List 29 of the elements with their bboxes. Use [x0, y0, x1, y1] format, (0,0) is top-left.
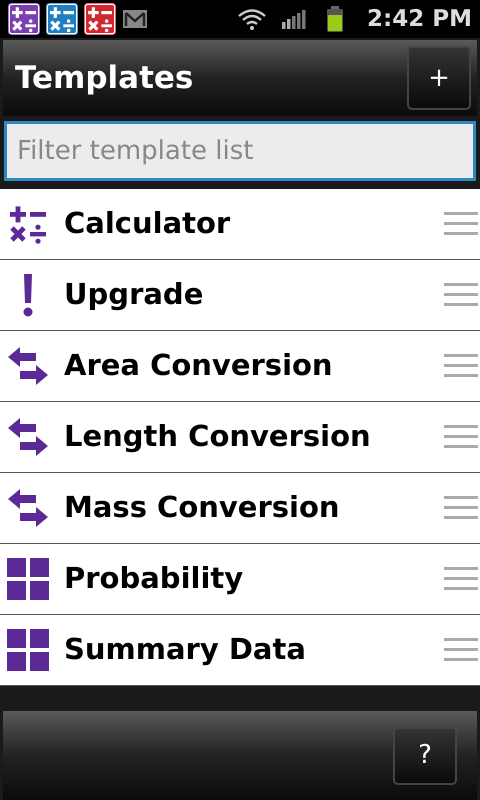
clock-time: 2:42 PM [367, 4, 472, 34]
grid-icon [6, 557, 50, 601]
help-button[interactable]: ? [393, 726, 457, 784]
template-name: Calculator [64, 205, 232, 242]
exclamation-icon [21, 272, 35, 318]
drag-handle-icon[interactable] [444, 567, 478, 591]
template-name: Length Conversion [64, 418, 372, 456]
swap-arrows-icon [6, 345, 50, 387]
mail-icon [122, 8, 148, 30]
drag-handle-icon[interactable] [444, 496, 478, 520]
drag-handle-icon[interactable] [444, 354, 478, 378]
filter-field[interactable]: Filter template list [4, 121, 476, 181]
add-button[interactable]: + [407, 46, 471, 110]
swap-arrows-icon [6, 487, 50, 529]
swap-arrows-icon [6, 416, 50, 458]
screen-title: Templates [15, 58, 194, 98]
wifi-icon [237, 7, 268, 31]
drag-handle-icon[interactable] [444, 425, 478, 449]
template-name: Upgrade [64, 276, 204, 314]
template-name: Area Conversion [64, 347, 334, 384]
template-name: Mass Conversion [64, 489, 341, 526]
drag-handle-icon[interactable] [444, 638, 478, 662]
battery-icon [325, 5, 346, 33]
drag-handle-icon[interactable] [444, 283, 478, 307]
template-name: Probability [64, 560, 244, 598]
drag-handle-icon[interactable] [444, 212, 478, 236]
template-name: Summary Data [64, 631, 307, 668]
signal-icon [281, 8, 308, 30]
grid-icon [6, 628, 50, 672]
